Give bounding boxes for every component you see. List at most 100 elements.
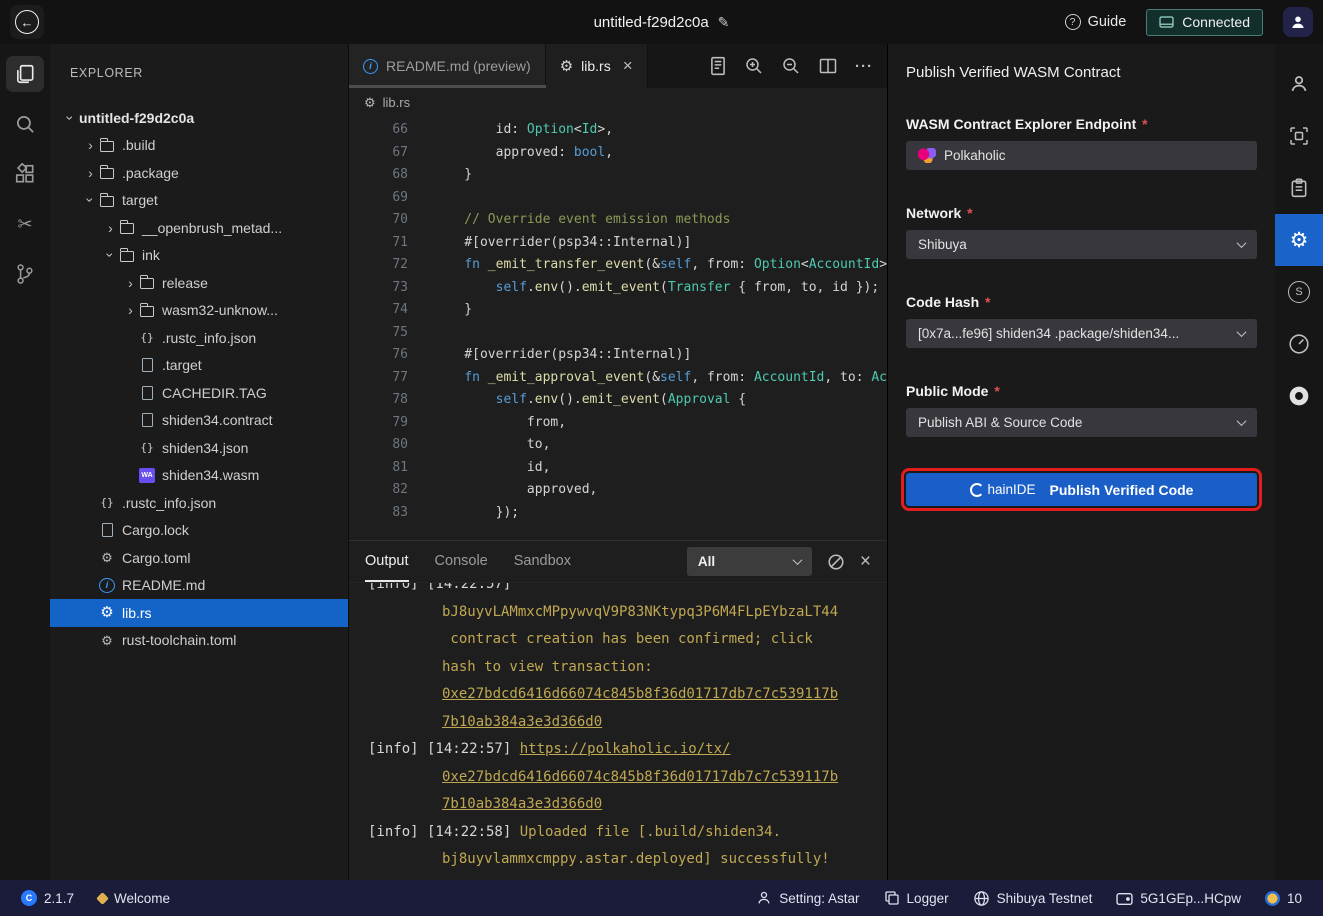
open-preview-icon[interactable] [709,56,727,76]
tree-item-.rustc-info.json[interactable]: {}.rustc_info.json [50,324,348,352]
json-icon: {} [139,441,155,454]
back-button[interactable]: ← [10,5,44,39]
close-tab-icon[interactable]: × [623,56,633,76]
tab-output[interactable]: Output [365,541,409,582]
chainide-logo-icon: C [21,890,37,906]
log-text: hash to view transaction: [442,659,653,675]
network-indicator[interactable]: Shibuya Testnet [966,890,1100,907]
zoom-in-icon[interactable] [744,56,764,76]
assistant-panel-button[interactable] [1275,58,1323,110]
zoom-out-icon[interactable] [781,56,801,76]
log-link[interactable]: 0xe27bdcd6416d66074c845b8f36d01717db7c7c… [442,686,838,702]
source-control-activity-button[interactable] [6,256,44,292]
tab-console[interactable]: Console [435,541,488,582]
split-editor-icon[interactable] [818,56,838,76]
code-line: 69 [349,187,887,210]
tree-item-cachedir.tag[interactable]: CACHEDIR.TAG [50,379,348,407]
explorer-sidebar: EXPLORER ›untitled-f29d2c0a›.build›.pack… [50,44,349,880]
balance-indicator[interactable]: 10 [1258,891,1309,906]
sandbox-panel-button[interactable] [1275,110,1323,162]
explorer-activity-button[interactable] [6,56,44,92]
tab-scrollbar[interactable] [349,85,546,89]
line-number: 83 [349,502,408,525]
tree-item-release[interactable]: ›release [50,269,348,297]
tree-item-wasm32-unknow...[interactable]: ›wasm32-unknow... [50,297,348,325]
close-panel-icon[interactable]: × [860,552,871,571]
required-asterisk: * [990,383,999,399]
chevron-down-icon [1237,416,1247,426]
log-link[interactable]: 7b10ab384a3e3d366d0 [442,714,602,730]
search-activity-button[interactable] [6,106,44,142]
extensions-activity-button[interactable] [6,156,44,192]
astar-panel-button[interactable] [1275,370,1323,422]
code-editor[interactable]: 66 id: Option<Id>,67 approved: bool,68 }… [349,116,887,540]
code-line: 72 fn _emit_transfer_event(&self, from: … [349,254,887,277]
setting-button[interactable]: Setting: Astar [749,890,866,906]
endpoint-field[interactable]: Polkaholic [906,141,1257,170]
tree-item-shiden34.contract[interactable]: shiden34.contract [50,407,348,435]
title-group: untitled-f29d2c0a ✎ [594,14,730,31]
output-log[interactable]: [info] [14:22:57]bJ8uyvLAMmxcMPpywvqV9P8… [349,583,887,880]
breadcrumb[interactable]: ⚙ lib.rs [349,88,887,116]
tree-item-rust-toolchain.toml[interactable]: ⚙rust-toolchain.toml [50,627,348,655]
publish-settings-button[interactable]: ⚙ [1275,214,1323,266]
tree-item-.rustc-info.json[interactable]: {}.rustc_info.json [50,489,348,517]
publish-verified-code-button[interactable]: hainIDE Publish Verified Code [906,473,1257,506]
select-public-mode[interactable]: Publish ABI & Source Code [906,408,1257,437]
code-line: 83 }); [349,502,887,525]
wallet-icon [1116,891,1133,906]
ai-panel-button[interactable]: S [1275,266,1323,318]
more-actions-icon[interactable]: ··· [855,58,873,75]
edit-title-icon[interactable]: ✎ [718,14,730,31]
required-asterisk: * [981,294,990,310]
avatar[interactable] [1283,7,1313,37]
chainide-logo-icon [970,483,984,497]
guide-button[interactable]: ? Guide [1065,14,1127,30]
code-line: 73 self.env().emit_event(Transfer { from… [349,277,887,300]
wallet-indicator[interactable]: 5G1GEp...HCpw [1109,891,1248,906]
tree-item-cargo.toml[interactable]: ⚙Cargo.toml [50,544,348,572]
tree-item-shiden34.wasm[interactable]: washiden34.wasm [50,462,348,490]
code-line: 81 id, [349,457,887,480]
folder-icon [99,166,115,179]
tree-item-.package[interactable]: ›.package [50,159,348,187]
tab-lib-rs[interactable]: ⚙ lib.rs × [546,44,648,88]
tree-item-shiden34.json[interactable]: {}shiden34.json [50,434,348,462]
line-number: 69 [349,187,408,210]
output-line: contract creation has been confirmed; cl… [368,626,887,654]
tree-item-cargo.lock[interactable]: Cargo.lock [50,517,348,545]
output-line: bj8uyvlammxcmppy.astar.deployed] success… [368,846,887,874]
gear-icon: ⚙ [99,634,115,647]
field-value: Shibuya [918,237,967,252]
log-link[interactable]: https://polkaholic.io/tx/ [520,741,731,757]
log-link[interactable]: 7b10ab384a3e3d366d0 [442,796,602,812]
tab-sandbox[interactable]: Sandbox [514,541,571,582]
clipboard-panel-button[interactable] [1275,162,1323,214]
tree-item--openbrush-metad...[interactable]: ›__openbrush_metad... [50,214,348,242]
tree-item-label: untitled-f29d2c0a [79,110,194,126]
gauge-panel-button[interactable] [1275,318,1323,370]
log-text: [info] [14:22:57] [368,583,511,592]
tree-item-.build[interactable]: ›.build [50,132,348,160]
chevron-down-icon: › [83,192,99,209]
tree-item-readme.md[interactable]: iREADME.md [50,572,348,600]
logger-button[interactable]: Logger [877,890,956,906]
log-filter-select[interactable]: All [687,547,812,576]
tree-item-.target[interactable]: .target [50,352,348,380]
log-link[interactable]: 0xe27bdcd6416d66074c845b8f36d01717db7c7c… [442,769,838,785]
tab-readme-preview[interactable]: i README.md (preview) [349,44,546,88]
tools-activity-button[interactable]: ✂ [6,206,44,242]
select-code-hash[interactable]: [0x7a...fe96] shiden34 .package/shiden34… [906,319,1257,348]
tree-item-target[interactable]: ›target [50,187,348,215]
connected-button[interactable]: Connected [1146,9,1263,36]
tree-item-ink[interactable]: ›ink [50,242,348,270]
tree-item-lib.rs[interactable]: ⚙lib.rs [50,599,348,627]
line-number: 68 [349,164,408,187]
tree-item-untitled-f29d2c0a[interactable]: ›untitled-f29d2c0a [50,104,348,132]
output-line: 0xe27bdcd6416d66074c845b8f36d01717db7c7c… [368,764,887,792]
clear-output-icon[interactable] [827,553,845,571]
tree-item-label: CACHEDIR.TAG [162,385,267,401]
version-indicator[interactable]: C 2.1.7 [14,890,81,906]
welcome-button[interactable]: Welcome [91,891,177,906]
select-network[interactable]: Shibuya [906,230,1257,259]
